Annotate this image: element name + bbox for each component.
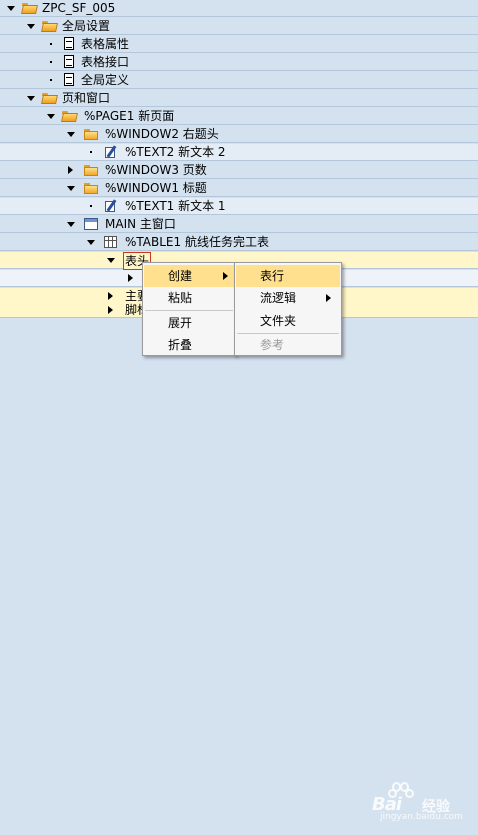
leaf-bullet (47, 54, 57, 70)
menu-item-label: 创建 (168, 269, 193, 283)
tree-node-window3[interactable]: %WINDOW3 页数 (0, 162, 478, 179)
tree-node-label: %TABLE1 航线任务完工表 (125, 235, 269, 249)
tree-node-form-attributes[interactable]: 表格属性 (0, 36, 478, 53)
expand-toggle[interactable] (66, 162, 76, 178)
tree-node-main-window[interactable]: MAIN 主窗口 (0, 216, 478, 233)
collapse-toggle[interactable] (66, 126, 76, 142)
tree-node-label: 表格属性 (81, 37, 130, 51)
leaf-bullet (47, 36, 57, 52)
submenu-create: 表行 流逻辑 文件夹 参考 (234, 262, 342, 356)
expand-toggle[interactable] (106, 302, 116, 318)
tree-node-label: %WINDOW1 标题 (105, 181, 207, 195)
context-menu: 创建 粘贴 展开 折叠 (142, 262, 236, 356)
tree-node-label: %TEXT2 新文本 2 (125, 145, 226, 159)
folder-icon (84, 165, 98, 176)
tree-node-page1[interactable]: %PAGE1 新页面 (0, 108, 478, 125)
submenu-item-folder[interactable]: 文件夹 (236, 310, 340, 332)
folder-icon (84, 183, 98, 194)
folder-open-icon (42, 21, 57, 32)
tree-node-label: MAIN 主窗口 (105, 217, 176, 231)
menu-item-label: 粘贴 (168, 291, 193, 305)
watermark-url: jingyan.baidu.com (380, 812, 464, 822)
tree-node-text2[interactable]: %TEXT2 新文本 2 (0, 144, 478, 161)
leaf-bullet (87, 198, 97, 214)
menu-item-create[interactable]: 创建 (144, 265, 234, 287)
table-icon (104, 236, 117, 248)
tree-node-global-settings[interactable]: 全局设置 (0, 18, 478, 35)
collapse-toggle[interactable] (86, 234, 96, 250)
tree-node-root[interactable]: ZPC_SF_005 (0, 0, 478, 17)
collapse-toggle[interactable] (26, 90, 36, 106)
tree-node-pages-windows[interactable]: 页和窗口 (0, 90, 478, 107)
tree-node-label: 全局定义 (81, 73, 130, 87)
menu-item-label: 流逻辑 (260, 291, 297, 305)
menu-item-label: 折叠 (168, 338, 193, 352)
expand-toggle[interactable] (126, 270, 136, 286)
collapse-toggle[interactable] (6, 0, 16, 16)
menu-item-label: 参考 (260, 338, 285, 352)
document-icon (64, 73, 74, 86)
document-icon (64, 55, 74, 68)
tree-node-label: 全局设置 (62, 19, 111, 33)
collapse-toggle[interactable] (66, 180, 76, 196)
tree-node-label: 表格接口 (81, 55, 130, 69)
tree-node-window2[interactable]: %WINDOW2 右题头 (0, 126, 478, 143)
collapse-toggle[interactable] (66, 216, 76, 232)
tree-node-window1[interactable]: %WINDOW1 标题 (0, 180, 478, 197)
tree-node-label: ZPC_SF_005 (42, 1, 116, 15)
folder-icon (84, 129, 98, 140)
collapse-toggle[interactable] (106, 252, 116, 268)
collapse-toggle[interactable] (46, 108, 56, 124)
menu-item-label: 展开 (168, 316, 193, 330)
folder-open-icon (62, 111, 77, 122)
document-icon (64, 37, 74, 50)
submenu-arrow-icon (223, 272, 228, 280)
leaf-bullet (87, 144, 97, 160)
tree-node-label: %WINDOW2 右题头 (105, 127, 219, 141)
folder-open-icon (42, 93, 57, 104)
submenu-item-flow-logic[interactable]: 流逻辑 (236, 287, 340, 309)
text-edit-icon (104, 145, 118, 159)
leaf-bullet (47, 72, 57, 88)
submenu-item-reference: 参考 (236, 334, 340, 356)
submenu-item-table-row[interactable]: 表行 (236, 265, 340, 287)
collapse-toggle[interactable] (26, 18, 36, 34)
menu-item-paste[interactable]: 粘贴 (144, 287, 234, 309)
tree-node-label: %WINDOW3 页数 (105, 163, 207, 177)
tree-node-form-interface[interactable]: 表格接口 (0, 54, 478, 71)
menu-item-label: 表行 (260, 269, 285, 283)
menu-item-expand[interactable]: 展开 (144, 312, 234, 334)
tree-node-table1[interactable]: %TABLE1 航线任务完工表 (0, 234, 478, 251)
folder-open-icon (22, 3, 37, 14)
menu-item-collapse[interactable]: 折叠 (144, 334, 234, 356)
text-edit-icon (104, 199, 118, 213)
submenu-arrow-icon (326, 294, 331, 302)
tree-node-label: %PAGE1 新页面 (84, 109, 175, 123)
menu-separator (145, 310, 233, 311)
menu-item-label: 文件夹 (260, 314, 297, 328)
window-icon (84, 218, 98, 230)
tree-node-text1[interactable]: %TEXT1 新文本 1 (0, 198, 478, 215)
baidu-watermark: Bai 经验 jingyan.baidu.com (372, 782, 464, 822)
tree-node-label: 页和窗口 (62, 91, 111, 105)
tree-node-label: %TEXT1 新文本 1 (125, 199, 226, 213)
tree-node-global-definitions[interactable]: 全局定义 (0, 72, 478, 89)
